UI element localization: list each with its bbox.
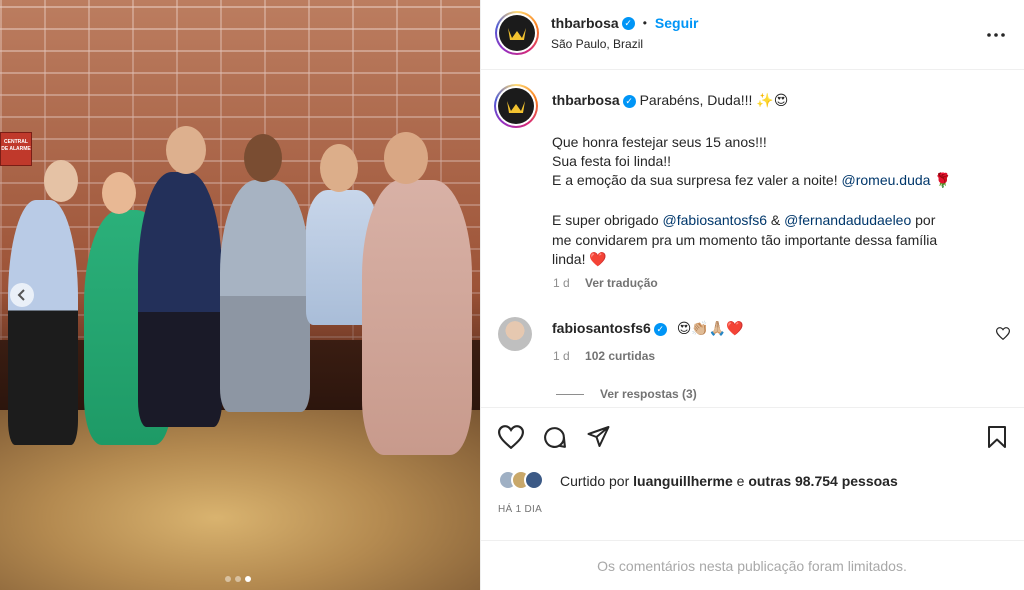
alarm-sign: CENTRAL DE ALARME — [0, 132, 32, 166]
heart-outline-icon — [995, 327, 1011, 341]
caption-text: E a emoção da sua surpresa fez valer a n… — [552, 172, 842, 188]
replies-line — [556, 393, 584, 395]
heart-icon — [497, 425, 525, 450]
avatar-inner — [497, 13, 537, 53]
caption-meta: 1 d Ver tradução — [553, 276, 658, 290]
caption-text: & — [767, 212, 785, 228]
carousel-prev-button[interactable] — [10, 283, 34, 307]
follow-button[interactable]: Seguir — [655, 15, 699, 31]
instagram-post: CENTRAL DE ALARME thbarbosa ✓ • Seguir S… — [0, 0, 1024, 590]
caption-time[interactable]: 1 d — [553, 276, 570, 290]
person-man-grey-suit — [220, 180, 310, 412]
speech-bubble-icon — [544, 427, 566, 448]
caption-line: E super obrigado @fabiosantosfs6 & @fern… — [552, 210, 935, 230]
head — [102, 172, 136, 214]
avatar-inner — [496, 86, 536, 126]
post-timestamp[interactable]: HÁ 1 DIA — [498, 504, 542, 515]
liked-by-others[interactable]: outras 98.754 pessoas — [748, 473, 897, 489]
liker-avatar — [524, 470, 544, 490]
crown-icon — [508, 28, 526, 40]
mention-link[interactable]: @romeu.duda — [842, 172, 931, 188]
avatar[interactable] — [495, 11, 539, 55]
more-dots-icon — [987, 33, 1005, 37]
caption-line: me convidarem pra um momento tão importa… — [552, 232, 938, 248]
verified-badge-icon: ✓ — [621, 16, 635, 30]
paper-plane-icon — [587, 426, 610, 447]
view-replies-button[interactable]: Ver respostas (3) — [600, 387, 697, 401]
caption-username[interactable]: thbarbosa — [552, 92, 620, 108]
liked-by-mid: e — [732, 473, 749, 489]
commenter-avatar[interactable] — [498, 317, 532, 351]
person-elderly-man — [8, 200, 78, 445]
comment-text: 😍👏🏼🙏🏼❤️ — [676, 320, 744, 336]
crown-logo-icon — [498, 88, 534, 124]
mention-link[interactable]: @fabiosantosfs6 — [663, 212, 768, 228]
comment-time[interactable]: 1 d — [553, 349, 570, 363]
share-icon[interactable] — [586, 425, 611, 454]
crown-logo-icon — [499, 15, 535, 51]
carousel-dot — [225, 576, 231, 582]
head — [244, 134, 282, 182]
carousel-dot-active — [245, 576, 251, 582]
comment-username[interactable]: fabiosantosfs6 — [552, 320, 651, 336]
comment-meta: 1 d 102 curtidas — [553, 349, 655, 363]
actions-section: Curtido por luanguillherme e outras 98.7… — [480, 407, 1024, 540]
head — [44, 160, 78, 202]
caption-line: E a emoção da sua surpresa fez valer a n… — [552, 170, 952, 190]
chevron-left-icon — [17, 289, 25, 301]
view-replies-row[interactable]: Ver respostas (3) — [556, 387, 697, 401]
head — [384, 132, 428, 184]
caption-line: linda! ❤️ — [552, 251, 607, 267]
caption-text: E super obrigado — [552, 212, 663, 228]
comment-like-heart-icon[interactable] — [995, 327, 1011, 345]
caption-text: 🌹 — [930, 172, 952, 188]
liked-by-prefix: Curtido por — [560, 473, 634, 489]
liked-by-user[interactable]: luanguillherme — [633, 473, 733, 489]
caption-line: Sua festa foi linda!! — [552, 153, 672, 169]
verified-badge-icon: ✓ — [653, 322, 667, 336]
comment-likes[interactable]: 102 curtidas — [585, 349, 655, 363]
header-name-row: thbarbosa ✓ • Seguir — [551, 15, 698, 31]
location-link[interactable]: São Paulo, Brazil — [551, 37, 643, 51]
person-woman-pink-dress — [362, 180, 472, 455]
bookmark-icon — [988, 426, 1006, 448]
caption-first-line: thbarbosa ✓ Parabéns, Duda!!! ✨😍 — [552, 90, 788, 110]
caption-text: por — [911, 212, 936, 228]
post-header: thbarbosa ✓ • Seguir São Paulo, Brazil — [481, 0, 1024, 70]
header-username[interactable]: thbarbosa — [551, 15, 619, 31]
caption-headline: Parabéns, Duda!!! ✨😍 — [639, 92, 789, 108]
carousel-dot — [235, 576, 241, 582]
like-heart-icon[interactable] — [497, 425, 525, 454]
liked-by-avatars[interactable] — [498, 470, 550, 492]
liked-by-text: Curtido por luanguillherme e outras 98.7… — [560, 473, 898, 489]
save-bookmark-icon[interactable] — [986, 425, 1008, 454]
person-man-navy-suit — [138, 172, 222, 427]
head — [166, 126, 206, 174]
post-photo[interactable]: CENTRAL DE ALARME — [0, 0, 480, 590]
more-options-icon[interactable] — [987, 20, 1005, 43]
carousel-dots — [225, 576, 251, 582]
header-separator: • — [642, 16, 647, 30]
head — [320, 144, 358, 192]
caption-avatar[interactable] — [494, 84, 538, 128]
crown-icon — [507, 101, 525, 113]
see-translation-button[interactable]: Ver tradução — [585, 276, 658, 290]
mention-link[interactable]: @fernandadudaeleo — [784, 212, 911, 228]
alarm-sign-text: CENTRAL DE ALARME — [1, 139, 31, 152]
comment-icon[interactable] — [542, 425, 567, 455]
comments-limited-notice: Os comentários nesta publicação foram li… — [480, 540, 1024, 590]
caption-line: Que honra festejar seus 15 anos!!! — [552, 134, 767, 150]
verified-badge-icon: ✓ — [622, 94, 636, 108]
comment-row: fabiosantosfs6 ✓ 😍👏🏼🙏🏼❤️ — [552, 318, 744, 338]
